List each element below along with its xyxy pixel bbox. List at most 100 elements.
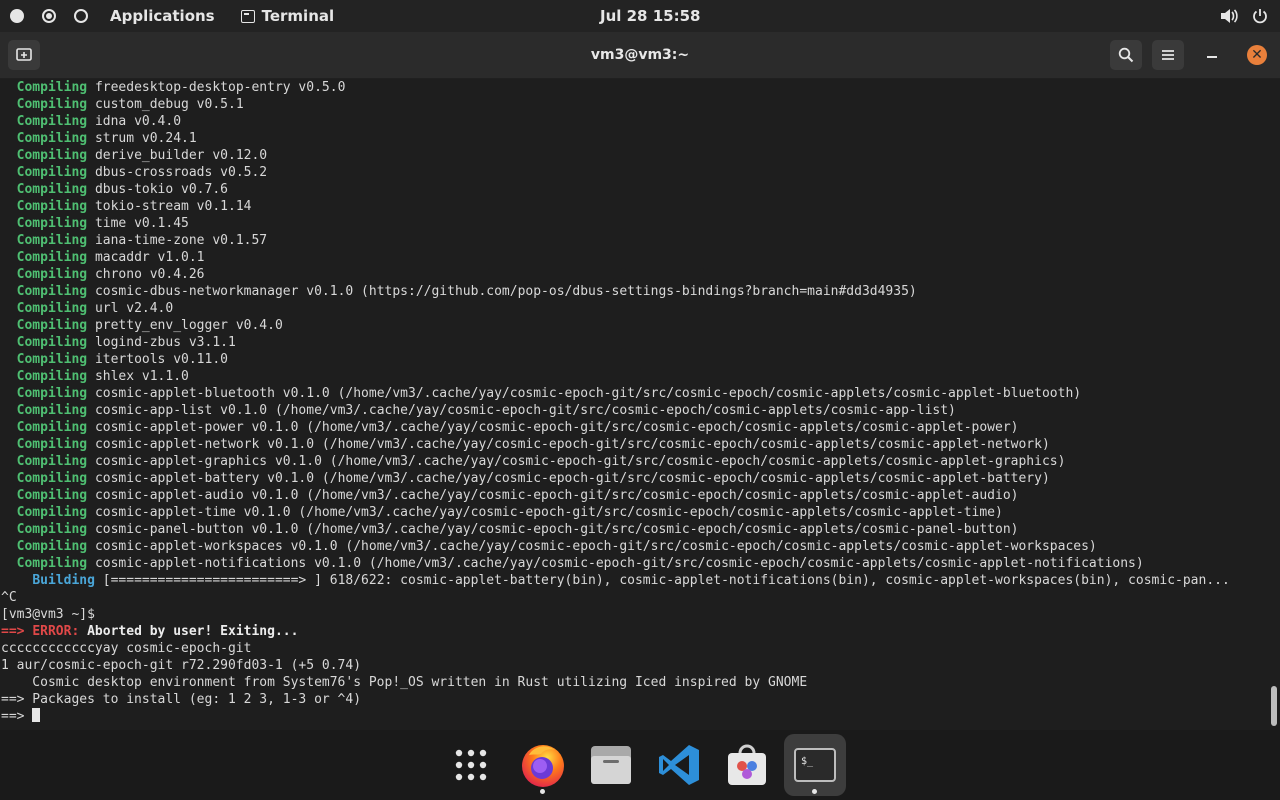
- compiling-keyword: Compiling: [16, 216, 88, 231]
- close-button[interactable]: ✕: [1247, 45, 1267, 65]
- compile-line: Compiling strum v0.24.1: [1, 130, 1230, 147]
- new-tab-button[interactable]: [8, 40, 40, 70]
- compiling-keyword: Compiling: [16, 437, 88, 452]
- compile-line: Compiling freedesktop-desktop-entry v0.5…: [1, 79, 1230, 96]
- compile-target: cosmic-dbus-networkmanager v0.1.0 (https…: [94, 284, 917, 299]
- clock[interactable]: Jul 28 15:58: [600, 0, 700, 32]
- error-label: ERROR:: [32, 624, 80, 639]
- compile-target: cosmic-applet-network v0.1.0 (/home/vm3/…: [94, 437, 1050, 452]
- compiling-keyword: Compiling: [16, 80, 88, 95]
- menu-button[interactable]: [1152, 40, 1184, 70]
- compile-target: custom_debug v0.5.1: [94, 97, 244, 112]
- error-message: Aborted by user! Exiting...: [87, 624, 299, 639]
- terminal-output: Compiling freedesktop-desktop-entry v0.5…: [1, 79, 1230, 725]
- dock-software-store[interactable]: [716, 734, 778, 796]
- compiling-keyword: Compiling: [16, 318, 88, 333]
- dock-files[interactable]: [580, 734, 642, 796]
- compile-line: Compiling cosmic-applet-workspaces v0.1.…: [1, 538, 1230, 555]
- app-grid-icon: [455, 749, 487, 781]
- compile-target: cosmic-applet-time v0.1.0 (/home/vm3/.ca…: [94, 505, 1003, 520]
- compiling-keyword: Compiling: [16, 301, 88, 316]
- compile-target: strum v0.24.1: [94, 131, 197, 146]
- compile-line: Compiling cosmic-applet-battery v0.1.0 (…: [1, 470, 1230, 487]
- vscode-icon: [659, 745, 699, 785]
- minimize-button[interactable]: [1207, 56, 1217, 58]
- compiling-keyword: Compiling: [16, 199, 88, 214]
- workspace-2-indicator[interactable]: [42, 9, 56, 23]
- compile-line: Compiling cosmic-dbus-networkmanager v0.…: [1, 283, 1230, 300]
- compile-line: Compiling cosmic-applet-time v0.1.0 (/ho…: [1, 504, 1230, 521]
- workspace-3-indicator[interactable]: [74, 9, 88, 23]
- compiling-keyword: Compiling: [16, 114, 88, 129]
- compile-line: Compiling dbus-crossroads v0.5.2: [1, 164, 1230, 181]
- compiling-keyword: Compiling: [16, 131, 88, 146]
- compiling-keyword: Compiling: [16, 182, 88, 197]
- compiling-keyword: Compiling: [16, 165, 88, 180]
- compile-line: Compiling tokio-stream v0.1.14: [1, 198, 1230, 215]
- prompt-line: [vm3@vm3 ~]$: [1, 606, 1230, 623]
- compile-target: cosmic-applet-battery v0.1.0 (/home/vm3/…: [94, 471, 1050, 486]
- terminal-view[interactable]: Compiling freedesktop-desktop-entry v0.5…: [0, 79, 1268, 730]
- compile-target: iana-time-zone v0.1.57: [94, 233, 268, 248]
- compiling-keyword: Compiling: [16, 267, 88, 282]
- dock-vscode[interactable]: [648, 734, 710, 796]
- dock-app-grid[interactable]: [440, 734, 502, 796]
- compile-line: Compiling itertools v0.11.0: [1, 351, 1230, 368]
- result-line: 1 aur/cosmic-epoch-git r72.290fd03-1 (+5…: [1, 657, 1230, 674]
- compile-target: url v2.4.0: [94, 301, 174, 316]
- compile-target: chrono v0.4.26: [94, 267, 205, 282]
- compile-line: Compiling chrono v0.4.26: [1, 266, 1230, 283]
- compile-line: Compiling cosmic-applet-bluetooth v0.1.0…: [1, 385, 1230, 402]
- compiling-keyword: Compiling: [16, 522, 88, 537]
- terminal-scrollbar[interactable]: [1268, 79, 1280, 730]
- window-title: vm3@vm3:~: [590, 47, 690, 63]
- compile-line: Compiling time v0.1.45: [1, 215, 1230, 232]
- scrollbar-thumb[interactable]: [1271, 686, 1277, 726]
- shell-prompt: [vm3@vm3 ~]$: [1, 607, 95, 622]
- hamburger-icon: [1162, 50, 1174, 60]
- compile-line: Compiling dbus-tokio v0.7.6: [1, 181, 1230, 198]
- active-app-label: Terminal: [261, 7, 335, 25]
- active-app-menu[interactable]: Terminal: [240, 7, 335, 25]
- command-text: ccccccccccccyay cosmic-epoch-git: [1, 641, 252, 656]
- new-tab-icon: [16, 48, 32, 61]
- compile-line: Compiling pretty_env_logger v0.4.0: [1, 317, 1230, 334]
- search-button[interactable]: [1110, 40, 1142, 70]
- dock-terminal[interactable]: $_: [784, 734, 846, 796]
- compiling-keyword: Compiling: [16, 454, 88, 469]
- compile-target: shlex v1.1.0: [94, 369, 189, 384]
- compile-target: cosmic-applet-power v0.1.0 (/home/vm3/.c…: [94, 420, 1019, 435]
- compile-line: Compiling logind-zbus v3.1.1: [1, 334, 1230, 351]
- compiling-keyword: Compiling: [16, 505, 88, 520]
- compile-line: Compiling idna v0.4.0: [1, 113, 1230, 130]
- package-description: Cosmic desktop environment from System76…: [1, 675, 808, 690]
- compiling-keyword: Compiling: [16, 556, 88, 571]
- running-indicator: [812, 789, 817, 794]
- power-icon[interactable]: [1252, 8, 1268, 24]
- dock-firefox[interactable]: [512, 734, 574, 796]
- compile-line: Compiling custom_debug v0.5.1: [1, 96, 1230, 113]
- system-tray[interactable]: [1206, 0, 1268, 32]
- compile-line: Compiling cosmic-applet-network v0.1.0 (…: [1, 436, 1230, 453]
- compile-line: Compiling url v2.4.0: [1, 300, 1230, 317]
- compile-target: freedesktop-desktop-entry v0.5.0: [94, 80, 346, 95]
- command-line: ccccccccccccyay cosmic-epoch-git: [1, 640, 1230, 657]
- applications-menu[interactable]: Applications: [110, 7, 215, 25]
- compile-target: cosmic-applet-notifications v0.1.0 (/hom…: [94, 556, 1144, 571]
- input-line: ==>: [1, 708, 1230, 725]
- compile-line: Compiling macaddr v1.0.1: [1, 249, 1230, 266]
- compile-target: idna v0.4.0: [94, 114, 182, 129]
- svg-text:$_: $_: [801, 756, 814, 767]
- dock: $_: [0, 730, 1280, 800]
- error-arrow: ==>: [1, 624, 25, 639]
- compiling-keyword: Compiling: [16, 539, 88, 554]
- text-cursor: [32, 708, 41, 722]
- compile-target: cosmic-applet-graphics v0.1.0 (/home/vm3…: [94, 454, 1066, 469]
- terminal-icon: $_: [794, 748, 836, 782]
- volume-icon[interactable]: [1220, 8, 1238, 24]
- terminal-icon: [240, 10, 255, 23]
- workspace-1-indicator[interactable]: [10, 9, 24, 23]
- top-bar-left: Applications Terminal: [10, 0, 356, 32]
- software-store-icon: [728, 744, 766, 785]
- compiling-keyword: Compiling: [16, 471, 88, 486]
